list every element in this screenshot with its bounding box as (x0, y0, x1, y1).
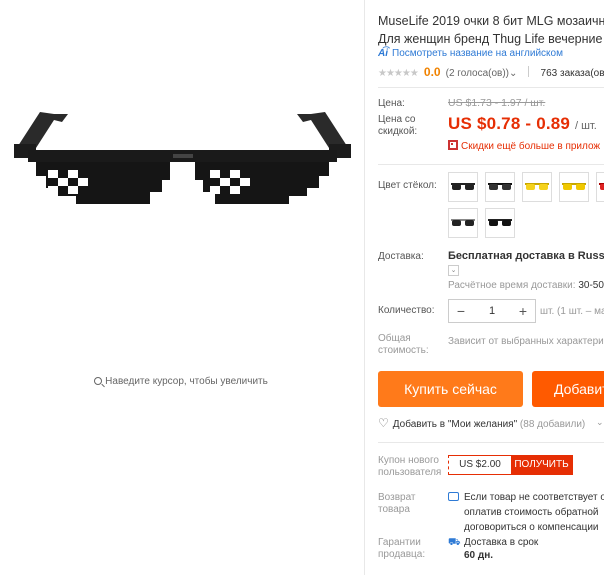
app-discount-text: Скидки ещё больше в прилож (461, 141, 601, 152)
zoom-hint: Наведите курсор, чтобы увеличить (0, 376, 362, 387)
shipping-dropdown[interactable]: ⌄ (448, 265, 459, 276)
quantity-label: Количество: (378, 305, 435, 316)
wishlist-count: (88 добавили) (519, 419, 586, 430)
rating-separator (528, 66, 530, 77)
quantity-note: шт. (1 шт. – ма (540, 306, 604, 317)
product-title-line-1: MuseLife 2019 очки 8 бит MLG мозаичн (378, 14, 604, 28)
discount-price-label: Цена со скидкой: (378, 114, 417, 138)
quantity-stepper: − 1 + (448, 299, 536, 323)
price-unit: / шт. (575, 120, 597, 132)
votes-text: (2 голоса(ов)) (445, 68, 510, 79)
returns-label: Возврат товара (378, 492, 416, 516)
orders-count: 763 заказа(ов (540, 68, 604, 79)
heart-icon: ♡ (378, 416, 389, 430)
product-title-line-2: Для женщин бренд Thug Life вечерние (378, 32, 603, 46)
on-time-delivery-days: 60 дн. (464, 550, 494, 561)
swatch-black-lens-2[interactable] (485, 172, 515, 202)
total-label-line-1: Общая (378, 333, 411, 344)
get-coupon-button[interactable]: ПОЛУЧИТЬ (511, 456, 572, 474)
shipping-time-value: 30-50 (578, 280, 604, 291)
product-gallery: Наведите курсор, чтобы увеличить (0, 0, 362, 575)
quantity-input[interactable]: 1 (473, 305, 511, 317)
old-price: US $1.73 - 1.97 / шт. (448, 97, 546, 109)
divider (378, 87, 604, 88)
quantity-plus-button[interactable]: + (511, 300, 535, 322)
rating-row: ★★★★★ 0.0 (2 голоса(ов))⌄ 763 заказа(ов (378, 65, 604, 79)
buy-now-button[interactable]: Купить сейчас (378, 371, 523, 407)
truck-icon: ⛟ (448, 537, 461, 548)
price-label: Цена: (378, 98, 405, 109)
shipping-time: Расчётное время доставки: 30-50 (448, 280, 604, 291)
quantity-minus-button[interactable]: − (449, 300, 473, 322)
magnifier-icon (94, 377, 103, 385)
swatch-dark-lens-2[interactable] (485, 208, 515, 238)
divider (378, 164, 604, 165)
total-label: Общая стоимость: (378, 333, 429, 357)
translate-title-link[interactable]: A͡i Посмотреть название на английском (378, 48, 563, 59)
coupon-amount: US $2.00 (459, 459, 501, 470)
seller-guarantee-label: Гарантии продавца: (378, 537, 425, 561)
chevron-down-icon: ⌄ (450, 267, 457, 274)
seller-guarantee-label-line-1: Гарантии (378, 537, 421, 548)
rating-score: 0.0 (423, 65, 441, 79)
wishlist-text: Добавить в "Мои желания" (392, 419, 518, 430)
product-info-panel: MuseLife 2019 очки 8 бит MLG мозаичн Для… (378, 0, 604, 575)
coupon-label-line-1: Купон нового (378, 455, 439, 466)
pixel-glasses-image[interactable] (10, 104, 355, 224)
returns-label-line-1: Возврат (378, 492, 416, 503)
zoom-hint-text: Наведите курсор, чтобы увеличить (105, 376, 268, 387)
swatch-black-lens[interactable] (448, 172, 478, 202)
swatch-yellow-lens-2[interactable] (559, 172, 589, 202)
divider (378, 442, 604, 443)
panel-divider (364, 0, 365, 575)
swatch-yellow-lens[interactable] (522, 172, 552, 202)
add-to-cart-button[interactable]: Добавит (532, 371, 604, 407)
coupon-label-line-2: пользователя (378, 467, 442, 478)
discount-price-label-line-1: Цена со (378, 114, 416, 125)
seller-guarantee-label-line-2: продавца: (378, 549, 426, 560)
shipping-value: Бесплатная доставка в Russian (448, 250, 604, 262)
discount-price-label-line-2: скидкой: (378, 126, 418, 137)
lens-color-label: Цвет стёкол: (378, 180, 437, 191)
wishlist-dropdown[interactable]: ⌄ (596, 417, 604, 428)
swatch-red-lens[interactable] (596, 172, 604, 202)
add-to-wishlist-link[interactable]: ♡ Добавить в "Мои желания" (88 добавили) (378, 416, 585, 430)
swatch-dark-lens[interactable] (448, 208, 478, 238)
ai-translate-icon: A͡i (378, 48, 388, 59)
return-policy-line-1: Если товар не соответствует о (464, 492, 604, 503)
on-time-delivery: Доставка в срок 60 дн. (464, 536, 538, 562)
new-user-coupon: US $2.00 ПОЛУЧИТЬ (448, 455, 573, 475)
total-note: Зависит от выбранных характери (448, 336, 604, 347)
return-policy-line-3: договориться о компенсации (464, 522, 599, 533)
translate-link-text: Посмотреть название на английском (392, 48, 563, 59)
total-label-line-2: стоимость: (378, 345, 429, 356)
rating-stars-icon: ★★★★★ (378, 68, 419, 79)
chevron-down-icon: ⌄ (509, 68, 518, 79)
returns-label-line-2: товара (378, 504, 410, 515)
app-discount-link[interactable]: Скидки ещё больше в прилож (448, 140, 600, 152)
shipping-time-label: Расчётное время доставки: (448, 280, 576, 291)
current-price: US $0.78 - 0.89 (448, 114, 571, 133)
shipping-label: Доставка: (378, 251, 424, 262)
return-policy-icon (448, 492, 459, 501)
qr-code-icon (448, 140, 458, 150)
return-policy-text: Если товар не соответствует о оплатив ст… (464, 490, 604, 535)
coupon-label: Купон нового пользователя (378, 455, 441, 479)
product-title: MuseLife 2019 очки 8 бит MLG мозаичн Для… (378, 12, 604, 48)
return-policy-line-2: оплатив стоимость обратной (464, 507, 599, 518)
on-time-delivery-line-1: Доставка в срок (464, 537, 539, 548)
votes-count[interactable]: (2 голоса(ов))⌄ (446, 68, 518, 79)
